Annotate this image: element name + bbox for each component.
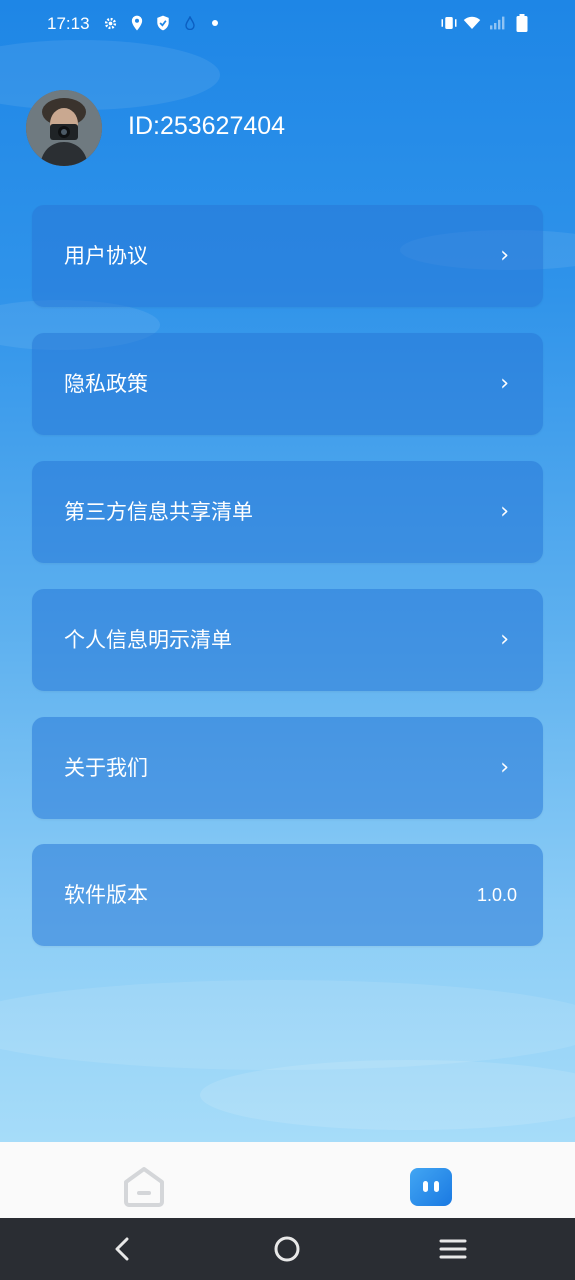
app-background: 17:13 ID:253627404 用户协议 › 隐私政策 › 第三方信息共享…	[0, 0, 575, 1142]
menu-item-third-party-sharing[interactable]: 第三方信息共享清单 ›	[32, 461, 543, 563]
menu-item-about-us[interactable]: 关于我们 ›	[32, 717, 543, 819]
wifi-icon	[463, 14, 481, 32]
menu-item-label: 个人信息明示清单	[64, 628, 232, 652]
chevron-right-icon: ›	[500, 627, 509, 652]
cloud-decoration	[0, 980, 575, 1070]
system-nav-bar	[0, 1218, 575, 1280]
menu-item-label: 第三方信息共享清单	[64, 500, 253, 524]
chevron-right-icon: ›	[500, 243, 509, 268]
home-circle-icon[interactable]	[270, 1232, 304, 1266]
menu-item-label: 软件版本	[64, 883, 148, 907]
location-icon	[128, 14, 146, 32]
chevron-right-icon: ›	[500, 371, 509, 396]
cloud-decoration	[200, 1060, 575, 1130]
vibrate-icon	[440, 14, 458, 32]
home-icon[interactable]	[122, 1166, 166, 1208]
user-id: ID:253627404	[128, 112, 286, 140]
menu-item-privacy-policy[interactable]: 隐私政策 ›	[32, 333, 543, 435]
drop-icon	[181, 14, 199, 32]
chevron-right-icon: ›	[500, 755, 509, 780]
menu-icon[interactable]	[436, 1232, 470, 1266]
battery-icon	[513, 14, 531, 32]
status-time: 17:13	[47, 14, 90, 33]
menu-item-personal-info-list[interactable]: 个人信息明示清单 ›	[32, 589, 543, 691]
menu-item-user-agreement[interactable]: 用户协议 ›	[32, 205, 543, 307]
version-value: 1.0.0	[476, 885, 517, 905]
menu-item-label: 用户协议	[64, 244, 148, 268]
avatar[interactable]	[26, 90, 102, 166]
chevron-right-icon: ›	[500, 499, 509, 524]
cloud-decoration	[0, 40, 220, 110]
dot-icon	[206, 14, 224, 32]
back-icon[interactable]	[105, 1232, 139, 1266]
menu-item-software-version[interactable]: 软件版本 1.0.0	[32, 844, 543, 946]
gear-icon	[101, 14, 119, 32]
signal-icon	[489, 14, 507, 32]
menu-item-label: 隐私政策	[64, 372, 148, 396]
shield-icon	[154, 14, 172, 32]
menu-item-label: 关于我们	[64, 756, 148, 780]
profile-icon[interactable]	[410, 1168, 452, 1206]
status-bar: 17:13	[0, 0, 575, 48]
bottom-tab-bar	[0, 1142, 575, 1218]
